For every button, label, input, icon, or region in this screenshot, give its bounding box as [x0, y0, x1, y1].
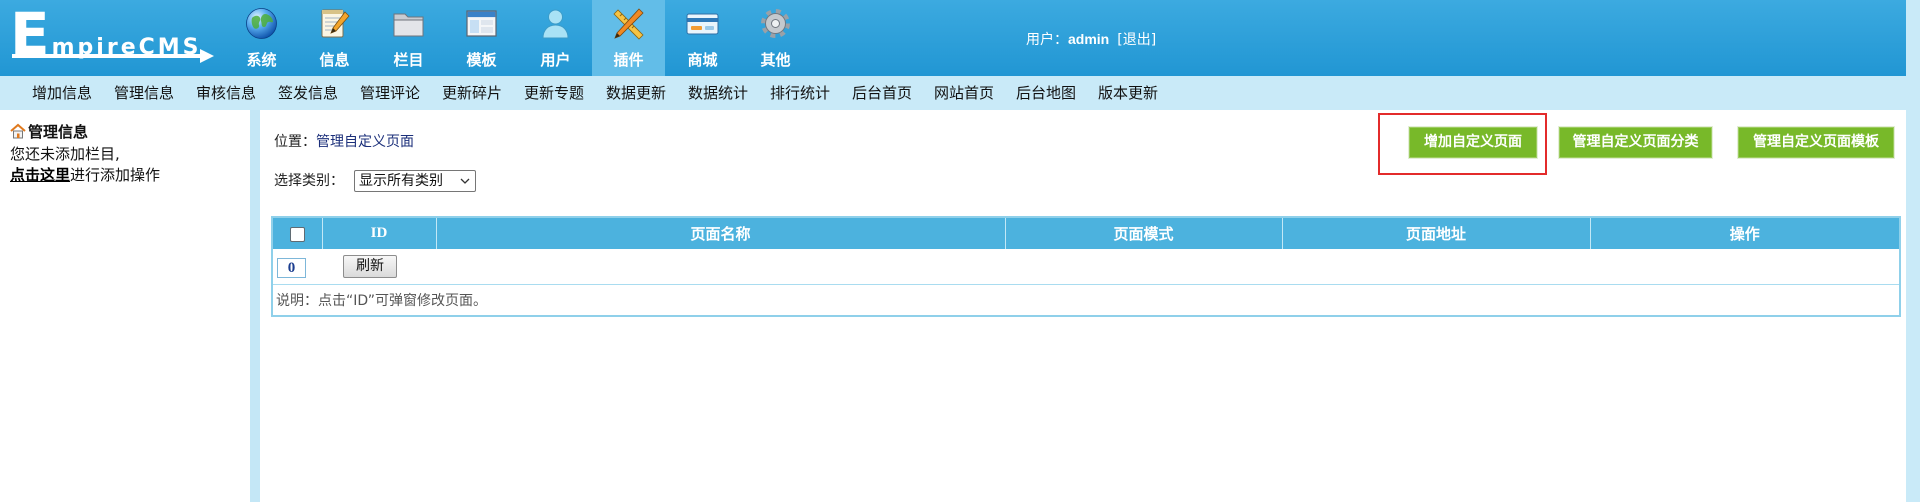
left-sidebar: 管理信息 您还未添加栏目, 点击这里进行添加操作 — [0, 110, 250, 502]
chevron-down-icon — [460, 177, 470, 185]
sidebar-hint-suffix: 进行添加操作 — [70, 166, 161, 184]
breadcrumb: 位置：管理自定义页面 — [274, 132, 414, 152]
sub-menu: 增加信息 管理信息 审核信息 签发信息 管理评论 更新碎片 更新专题 数据更新 … — [32, 76, 1158, 110]
table-row-note: 说明：点击“ID”可弹窗修改页面。 — [272, 284, 1900, 316]
page-input[interactable]: 0 — [277, 258, 306, 279]
highlight-box — [1378, 113, 1547, 175]
submenu-item-version-update[interactable]: 版本更新 — [1098, 76, 1158, 110]
nav-label-system: 系统 — [246, 51, 277, 69]
col-page-mode: 页面模式 — [1005, 217, 1283, 249]
top-header: EmpireCMS 系统 信息 栏目 模板 用户 插件 商城 其他 用户：adm… — [0, 0, 1920, 76]
nav-item-plugins[interactable]: 插件 — [592, 0, 665, 76]
nav-label-other: 其他 — [760, 51, 791, 69]
nav-label-users: 用户 — [540, 51, 571, 69]
nav-item-templates[interactable]: 模板 — [445, 0, 518, 76]
category-filter-label: 选择类别： — [274, 173, 344, 189]
logo-arrow-head — [200, 49, 214, 63]
nav-label-plugins: 插件 — [613, 51, 644, 69]
nav-item-columns[interactable]: 栏目 — [372, 0, 445, 76]
tools-icon — [610, 5, 647, 42]
folder-icon — [390, 5, 427, 42]
nav-label-columns: 栏目 — [393, 51, 424, 69]
submenu-item-manage-comments[interactable]: 管理评论 — [360, 76, 420, 110]
submenu-item-update-topics[interactable]: 更新专题 — [524, 76, 584, 110]
submenu-item-sign-info[interactable]: 签发信息 — [278, 76, 338, 110]
breadcrumb-prefix: 位置： — [274, 134, 316, 150]
nav-item-other[interactable]: 其他 — [739, 0, 812, 76]
table-row-pager: 0 刷新 — [272, 249, 1900, 285]
submenu-item-review-info[interactable]: 审核信息 — [196, 76, 256, 110]
table-header-row: ID 页面名称 页面模式 页面地址 操作 — [272, 217, 1900, 249]
submenu-item-data-update[interactable]: 数据更新 — [606, 76, 666, 110]
nav-item-shop[interactable]: 商城 — [666, 0, 739, 76]
nav-label-templates: 模板 — [466, 51, 497, 69]
submenu-item-admin-home[interactable]: 后台首页 — [852, 76, 912, 110]
logo[interactable]: EmpireCMS — [10, 0, 218, 70]
category-select[interactable]: 显示所有类别 — [354, 170, 476, 192]
refresh-button[interactable]: 刷新 — [343, 254, 397, 278]
manage-page-templates-button[interactable]: 管理自定义页面模板 — [1738, 127, 1894, 158]
pager-cell: 0 刷新 — [272, 249, 1900, 285]
nav-item-system[interactable]: 系统 — [225, 0, 298, 76]
nav-label-shop: 商城 — [687, 51, 718, 69]
sidebar-title-text: 管理信息 — [28, 123, 89, 141]
add-column-link[interactable]: 点击这里 — [10, 166, 70, 184]
logout-link[interactable]: [退出] — [1117, 32, 1156, 48]
globe-icon — [243, 5, 280, 42]
manage-page-classes-button[interactable]: 管理自定义页面分类 — [1559, 127, 1712, 158]
col-actions: 操作 — [1590, 217, 1900, 249]
sidebar-title: 管理信息 — [10, 122, 88, 142]
submenu-item-ranking-stats[interactable]: 排行统计 — [770, 76, 830, 110]
submenu-item-manage-info[interactable]: 管理信息 — [114, 76, 174, 110]
main-content: 位置：管理自定义页面 选择类别： 显示所有类别 增加自定义页面 管理自定义页面分… — [260, 110, 1906, 502]
nav-label-info: 信息 — [319, 51, 350, 69]
user-info: 用户：admin [退出] — [1026, 30, 1156, 49]
sidebar-hint: 点击这里进行添加操作 — [10, 165, 160, 185]
table-note: 说明：点击“ID”可弹窗修改页面。 — [276, 292, 488, 309]
submenu-item-data-stats[interactable]: 数据统计 — [688, 76, 748, 110]
col-page-url: 页面地址 — [1282, 217, 1591, 249]
col-id[interactable]: ID — [322, 217, 437, 249]
user-name: admin — [1068, 31, 1110, 47]
custom-pages-table: ID 页面名称 页面模式 页面地址 操作 0 刷新 说明：点击“ID”可弹窗修改页… — [271, 216, 1901, 317]
notepad-icon — [316, 5, 353, 42]
sub-menu-bar: 增加信息 管理信息 审核信息 签发信息 管理评论 更新碎片 更新专题 数据更新 … — [0, 76, 1920, 110]
frame-splitter[interactable] — [250, 110, 260, 502]
submenu-item-admin-map[interactable]: 后台地图 — [1016, 76, 1076, 110]
logo-arrow — [12, 54, 202, 58]
nav-item-info[interactable]: 信息 — [298, 0, 371, 76]
home-icon — [10, 123, 26, 139]
nav-item-users[interactable]: 用户 — [519, 0, 592, 76]
window-icon — [463, 5, 500, 42]
col-select — [272, 217, 323, 249]
submenu-item-update-fragments[interactable]: 更新碎片 — [442, 76, 502, 110]
card-icon — [684, 5, 721, 42]
frame-right-edge — [1906, 0, 1920, 502]
sidebar-message: 您还未添加栏目, — [10, 145, 120, 163]
submenu-item-add-info[interactable]: 增加信息 — [32, 76, 92, 110]
submenu-item-site-home[interactable]: 网站首页 — [934, 76, 994, 110]
gear-icon — [757, 5, 794, 42]
breadcrumb-current-link[interactable]: 管理自定义页面 — [316, 134, 414, 150]
col-page-name: 页面名称 — [436, 217, 1006, 249]
user-prefix: 用户： — [1026, 32, 1068, 48]
user-icon — [537, 5, 574, 42]
app-window: EmpireCMS 系统 信息 栏目 模板 用户 插件 商城 其他 用户：adm… — [0, 0, 1920, 502]
select-all-checkbox[interactable] — [289, 226, 305, 242]
category-select-value: 显示所有类别 — [359, 173, 443, 189]
